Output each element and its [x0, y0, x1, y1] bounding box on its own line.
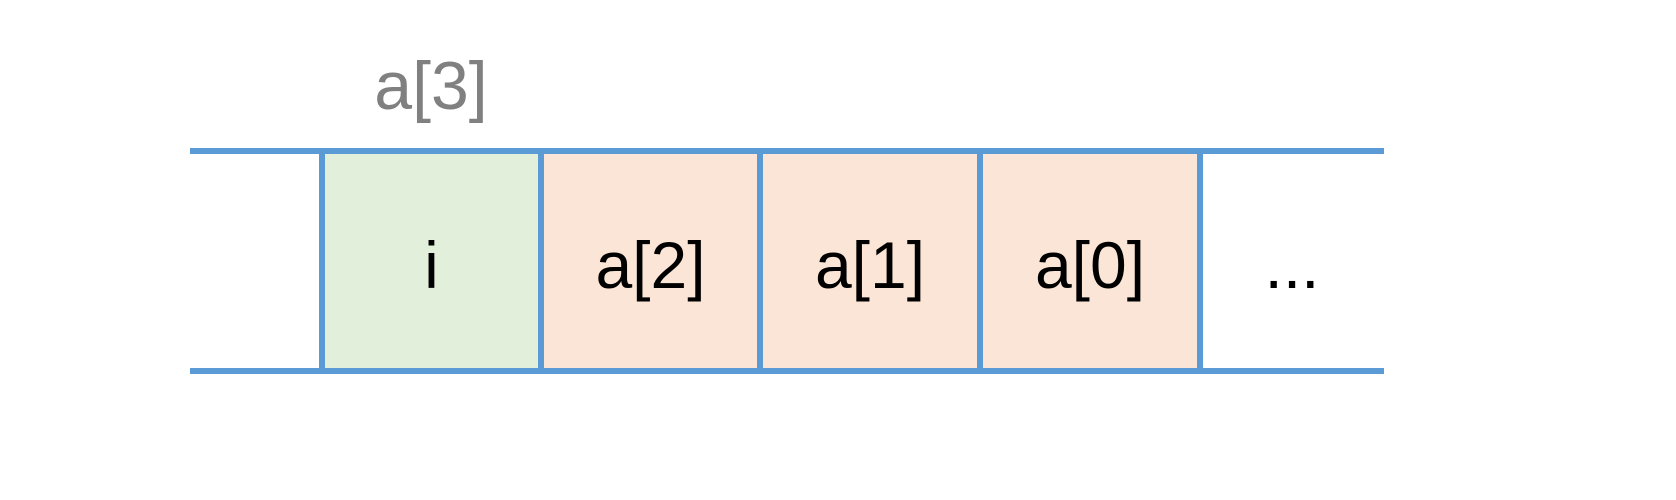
- array-element-label-above: a[3]: [374, 48, 487, 124]
- memory-cells: i a[2] a[1] a[0]...: [190, 151, 1384, 371]
- memory-stack-diagram: i a[2] a[1] a[0]... a[3]: [190, 48, 1384, 374]
- memory-cell-label: ...: [1264, 228, 1319, 302]
- memory-cell-label: a[2]: [595, 228, 705, 302]
- memory-cell: [190, 151, 322, 371]
- memory-cell-label: a[1]: [815, 228, 925, 302]
- memory-cell-label: i: [424, 228, 439, 302]
- memory-cell-label: a[0]: [1035, 228, 1145, 302]
